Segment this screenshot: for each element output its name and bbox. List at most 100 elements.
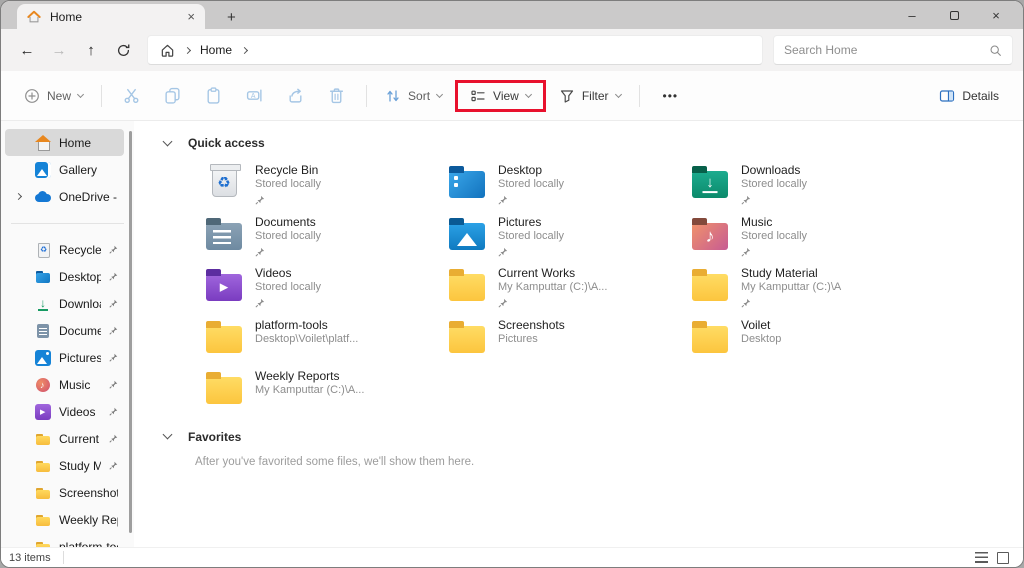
breadcrumb-item-home[interactable]: Home xyxy=(200,43,232,57)
back-button[interactable]: ← xyxy=(11,34,43,66)
cut-button[interactable] xyxy=(111,79,152,113)
file-tile[interactable]: Study Material My Kamputtar (C:)\A xyxy=(690,266,933,318)
forward-button[interactable]: → xyxy=(43,34,75,66)
chevron-right-icon[interactable] xyxy=(15,193,22,200)
sidebar-item[interactable]: Documents xyxy=(5,317,124,344)
maximize-button[interactable] xyxy=(933,1,975,29)
sidebar-item[interactable]: platform-tools xyxy=(5,533,124,547)
new-button[interactable]: New xyxy=(15,88,92,104)
sidebar-item[interactable]: Home xyxy=(5,129,124,156)
file-tile[interactable]: platform-tools Desktop\Voilet\platf... xyxy=(204,318,447,370)
breadcrumb[interactable]: Home xyxy=(147,35,763,65)
file-tile-location: Stored locally xyxy=(498,229,564,244)
file-tile[interactable]: Weekly Reports My Kamputtar (C:)\A... xyxy=(204,369,447,421)
sidebar-item[interactable]: Gallery xyxy=(5,156,124,183)
sidebar-item-label: Screenshots xyxy=(59,486,118,500)
sidebar-item[interactable]: Music xyxy=(5,371,124,398)
section-title[interactable]: Favorites xyxy=(188,430,241,444)
large-icons-view-icon[interactable] xyxy=(997,552,1009,564)
file-tile-icon xyxy=(206,274,242,301)
details-view-icon[interactable] xyxy=(975,552,988,563)
chevron-down-icon xyxy=(525,91,532,98)
more-options-button[interactable]: ••• xyxy=(649,89,693,103)
refresh-button[interactable] xyxy=(107,34,139,66)
file-tile[interactable]: Videos Stored locally xyxy=(204,266,447,318)
sidebar-pinned-list: Recycle Bin Desktop Downloads xyxy=(1,236,134,547)
pin-icon xyxy=(498,247,508,257)
chevron-right-icon[interactable] xyxy=(241,46,248,53)
sidebar-item-icon xyxy=(35,296,51,312)
chevron-down-icon[interactable] xyxy=(163,430,173,440)
chevron-down-icon xyxy=(614,91,621,98)
home-icon[interactable] xyxy=(160,43,175,58)
sidebar-item-label: Home xyxy=(59,136,118,150)
filter-button[interactable]: Filter xyxy=(550,88,630,104)
close-button[interactable]: × xyxy=(975,1,1017,29)
paste-button[interactable] xyxy=(193,79,234,113)
sidebar-item[interactable]: Desktop xyxy=(5,263,124,290)
sidebar-item[interactable]: Recycle Bin xyxy=(5,236,124,263)
minimize-button[interactable]: – xyxy=(891,1,933,29)
file-tile-name: Desktop xyxy=(498,163,564,177)
file-tile[interactable]: Desktop Stored locally xyxy=(447,163,690,215)
rename-button[interactable]: A xyxy=(234,79,275,113)
sidebar-item[interactable]: Current Worl xyxy=(5,425,124,452)
sidebar-item[interactable]: Pictures xyxy=(5,344,124,371)
sidebar-item-icon xyxy=(35,162,51,178)
sidebar-item-label: Recycle Bin xyxy=(59,243,101,257)
new-button-label: New xyxy=(47,89,71,103)
file-tile-name: Music xyxy=(741,215,807,229)
file-tile[interactable]: Recycle Bin Stored locally xyxy=(204,163,447,215)
tab-home[interactable]: Home × xyxy=(17,4,205,29)
search-input[interactable] xyxy=(784,43,989,57)
file-tile[interactable]: Voilet Desktop xyxy=(690,318,933,370)
details-button-label: Details xyxy=(962,89,999,103)
sort-button[interactable]: Sort xyxy=(376,88,451,104)
sidebar-item[interactable]: OneDrive - Pers xyxy=(5,183,124,210)
sidebar-scrollbar[interactable] xyxy=(129,131,132,533)
view-button[interactable]: View xyxy=(470,88,531,104)
sidebar-item-icon xyxy=(35,242,51,258)
file-tile-location: Stored locally xyxy=(741,177,807,192)
sidebar-item[interactable]: Study Materi xyxy=(5,452,124,479)
file-tile[interactable]: Current Works My Kamputtar (C:)\A... xyxy=(447,266,690,318)
file-tile-icon xyxy=(449,274,485,301)
file-tile-name: Documents xyxy=(255,215,321,229)
new-tab-button[interactable]: + xyxy=(227,10,236,25)
file-tile[interactable]: Screenshots Pictures xyxy=(447,318,690,370)
file-tile-icon xyxy=(206,326,242,353)
file-tile-icon xyxy=(449,171,485,198)
pin-icon xyxy=(498,195,508,205)
svg-text:A: A xyxy=(251,93,256,100)
sidebar-item[interactable]: Screenshots xyxy=(5,479,124,506)
file-tile-name: Current Works xyxy=(498,266,607,280)
file-tile-icon xyxy=(692,223,728,250)
sort-button-label: Sort xyxy=(408,89,430,103)
sidebar-item-label: Music xyxy=(59,378,101,392)
sidebar-item[interactable]: Videos xyxy=(5,398,124,425)
search-icon[interactable] xyxy=(989,44,1002,57)
share-button[interactable] xyxy=(275,79,316,113)
tab-close-icon[interactable]: × xyxy=(187,10,195,23)
chevron-down-icon[interactable] xyxy=(163,136,173,146)
filter-button-label: Filter xyxy=(582,89,609,103)
favorites-empty-text: After you've favorited some files, we'll… xyxy=(134,444,1023,468)
sidebar-item-icon xyxy=(35,269,51,285)
delete-button[interactable] xyxy=(316,79,357,113)
sidebar-item[interactable]: Weekly Reports xyxy=(5,506,124,533)
file-tile[interactable]: Pictures Stored locally xyxy=(447,215,690,267)
status-bar: 13 items xyxy=(1,547,1023,567)
pin-icon xyxy=(741,195,751,205)
search-box[interactable] xyxy=(773,35,1013,65)
file-tile-location: Pictures xyxy=(498,332,565,347)
sidebar-item[interactable]: Downloads xyxy=(5,290,124,317)
details-button[interactable]: Details xyxy=(939,88,1009,104)
file-tile[interactable]: Documents Stored locally xyxy=(204,215,447,267)
file-tile[interactable]: Music Stored locally xyxy=(690,215,933,267)
sidebar-item-label: OneDrive - Pers xyxy=(59,190,118,204)
file-tile-icon xyxy=(449,223,485,250)
copy-button[interactable] xyxy=(152,79,193,113)
section-title[interactable]: Quick access xyxy=(188,136,265,150)
file-tile[interactable]: Downloads Stored locally xyxy=(690,163,933,215)
up-button[interactable]: ↑ xyxy=(75,34,107,66)
